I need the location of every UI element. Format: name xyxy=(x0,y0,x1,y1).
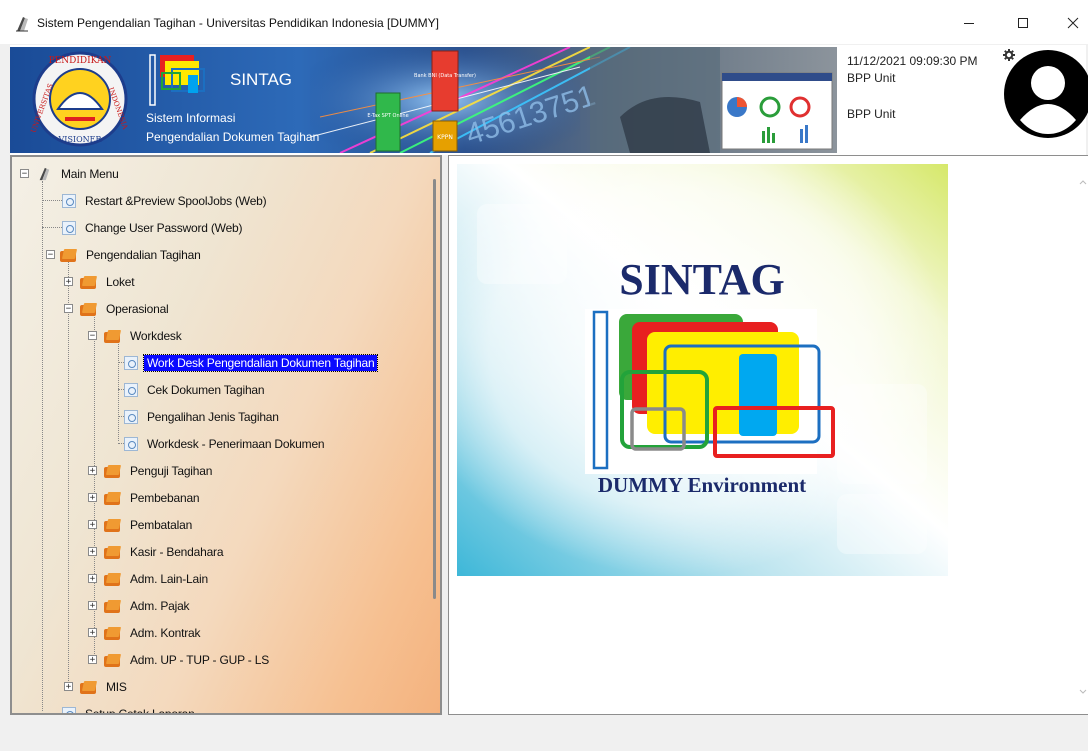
collapse-operasional-toggle[interactable]: − xyxy=(64,304,73,314)
svg-text:Sistem Informasi: Sistem Informasi xyxy=(146,111,235,125)
tree-folder-pembebanan[interactable]: Pembebanan xyxy=(104,489,202,507)
scroll-up-arrow-icon xyxy=(1079,180,1087,185)
tree-scroll-thumb[interactable] xyxy=(433,179,436,599)
tree-item-change-user-password[interactable]: Change User Password (Web) xyxy=(62,219,245,237)
folder-icon xyxy=(104,572,122,586)
main-menu-tree: − Main Menu Restart &Preview SpoolJobs (… xyxy=(12,157,422,713)
tree-folder-kasir-bendahara[interactable]: Kasir - Bendahara xyxy=(104,543,226,561)
tree-vertical-scrollbar[interactable] xyxy=(430,157,440,713)
tree-folder-mis[interactable]: MIS xyxy=(80,678,130,696)
header: PENDIDIKAN UNIVERSITAS INDONESIA VISIONE… xyxy=(10,45,1088,155)
tree-folder-workdesk[interactable]: Workdesk xyxy=(104,327,185,345)
user-unit-line2: BPP Unit xyxy=(847,107,896,121)
expand-mis-toggle[interactable]: + xyxy=(64,682,73,692)
tree-item-setup-cetak-laporan[interactable]: Setup Cetak Laporan xyxy=(62,705,198,713)
folder-icon xyxy=(80,302,98,316)
content-vertical-scrollbar[interactable] xyxy=(1077,156,1088,714)
folder-icon xyxy=(104,464,122,478)
svg-text:VISIONER: VISIONER xyxy=(58,135,103,144)
collapse-workdesk-toggle[interactable]: − xyxy=(88,331,97,341)
web-page-icon xyxy=(124,410,138,424)
window-title: Sistem Pengendalian Tagihan - Universita… xyxy=(37,16,439,30)
svg-text:PENDIDIKAN: PENDIDIKAN xyxy=(49,56,112,66)
splash-image: SINTAG DUMMY Environment xyxy=(457,164,948,576)
tree-folder-pengendalian-tagihan[interactable]: Pengendalian Tagihan xyxy=(60,246,204,264)
expand-kasir-bendahara-toggle[interactable]: + xyxy=(88,547,97,557)
expand-pembebanan-toggle[interactable]: + xyxy=(88,493,97,503)
tree-root-main-menu[interactable]: Main Menu xyxy=(36,165,122,183)
app-icon xyxy=(16,17,28,32)
svg-text:Pengendalian Dokumen Tagihan: Pengendalian Dokumen Tagihan xyxy=(146,130,319,144)
expand-adm-kontrak-toggle[interactable]: + xyxy=(88,628,97,638)
web-page-icon xyxy=(124,356,138,370)
banner-graphic: PENDIDIKAN UNIVERSITAS INDONESIA VISIONE… xyxy=(10,47,837,153)
header-banner: PENDIDIKAN UNIVERSITAS INDONESIA VISIONE… xyxy=(10,47,837,153)
folder-icon xyxy=(104,329,122,343)
tree-item-restart-preview-spooljobs[interactable]: Restart &Preview SpoolJobs (Web) xyxy=(62,192,269,210)
folder-icon xyxy=(80,275,98,289)
tree-folder-loket[interactable]: Loket xyxy=(80,273,137,291)
tree-folder-adm-kontrak[interactable]: Adm. Kontrak xyxy=(104,624,203,642)
navigation-tree-pane: − Main Menu Restart &Preview SpoolJobs (… xyxy=(10,155,442,715)
expand-adm-pajak-toggle[interactable]: + xyxy=(88,601,97,611)
title-bar: Sistem Pengendalian Tagihan - Universita… xyxy=(0,0,1088,44)
splash-subtitle: DUMMY Environment xyxy=(598,473,806,497)
svg-text:KPPN: KPPN xyxy=(437,134,453,141)
tree-folder-penguji-tagihan[interactable]: Penguji Tagihan xyxy=(104,462,215,480)
user-avatar[interactable] xyxy=(1004,50,1088,138)
maximize-icon xyxy=(1018,18,1028,28)
minimize-button[interactable] xyxy=(946,8,992,38)
tree-item-cek-dokumen-tagihan[interactable]: Cek Dokumen Tagihan xyxy=(124,381,267,399)
collapse-main-menu-toggle[interactable]: − xyxy=(20,169,29,179)
status-bar xyxy=(0,716,1088,751)
web-page-icon xyxy=(62,194,76,208)
folder-icon xyxy=(104,491,122,505)
expand-pembatalan-toggle[interactable]: + xyxy=(88,520,97,530)
maximize-button[interactable] xyxy=(1000,8,1046,38)
tree-item-work-desk-pengendalian[interactable]: Work Desk Pengendalian Dokumen Tagihan xyxy=(124,354,379,372)
tree-folder-operasional[interactable]: Operasional xyxy=(80,300,172,318)
web-page-icon xyxy=(62,221,76,235)
tree-folder-adm-lain-lain[interactable]: Adm. Lain-Lain xyxy=(104,570,211,588)
tree-folder-adm-pajak[interactable]: Adm. Pajak xyxy=(104,597,192,615)
main-menu-icon xyxy=(39,167,50,181)
collapse-pengendalian-tagihan-toggle[interactable]: − xyxy=(46,250,55,260)
folder-icon xyxy=(104,599,122,613)
tree-folder-adm-up-tup-gup-ls[interactable]: Adm. UP - TUP - GUP - LS xyxy=(104,651,272,669)
folder-icon xyxy=(104,518,122,532)
folder-icon xyxy=(104,653,122,667)
expand-loket-toggle[interactable]: + xyxy=(64,277,73,287)
svg-text:SINTAG: SINTAG xyxy=(230,70,292,89)
svg-text:E-Tax SPT Online: E-Tax SPT Online xyxy=(367,113,408,119)
close-button[interactable] xyxy=(1050,8,1088,38)
folder-icon xyxy=(104,545,122,559)
splash-graphic: SINTAG DUMMY Environment xyxy=(457,164,948,576)
current-datetime: 11/12/2021 09:09:30 PM xyxy=(847,54,978,68)
sintag-logo xyxy=(585,309,835,474)
expand-adm-lain-lain-toggle[interactable]: + xyxy=(88,574,97,584)
expand-adm-up-tup-gup-ls-toggle[interactable]: + xyxy=(88,655,97,665)
tree-folder-pembatalan[interactable]: Pembatalan xyxy=(104,516,195,534)
close-icon xyxy=(1067,17,1079,29)
expand-penguji-tagihan-toggle[interactable]: + xyxy=(88,466,97,476)
folder-icon xyxy=(60,248,78,262)
folder-icon xyxy=(104,626,122,640)
web-page-icon xyxy=(124,383,138,397)
user-avatar-icon xyxy=(1004,50,1088,138)
folder-icon xyxy=(80,680,98,694)
scroll-down-arrow-icon xyxy=(1079,689,1087,694)
splash-title: SINTAG xyxy=(619,255,784,304)
web-page-icon xyxy=(62,707,76,713)
tree-item-pengalihan-jenis-tagihan[interactable]: Pengalihan Jenis Tagihan xyxy=(124,408,282,426)
tree-item-workdesk-penerimaan-dokumen[interactable]: Workdesk - Penerimaan Dokumen xyxy=(124,435,327,453)
svg-text:Bank BNI (Data Transfer): Bank BNI (Data Transfer) xyxy=(414,73,476,79)
user-unit-line1: BPP Unit xyxy=(847,71,896,85)
minimize-icon xyxy=(964,23,974,24)
web-page-icon xyxy=(124,437,138,451)
content-pane: SINTAG DUMMY Environment xyxy=(448,155,1088,715)
